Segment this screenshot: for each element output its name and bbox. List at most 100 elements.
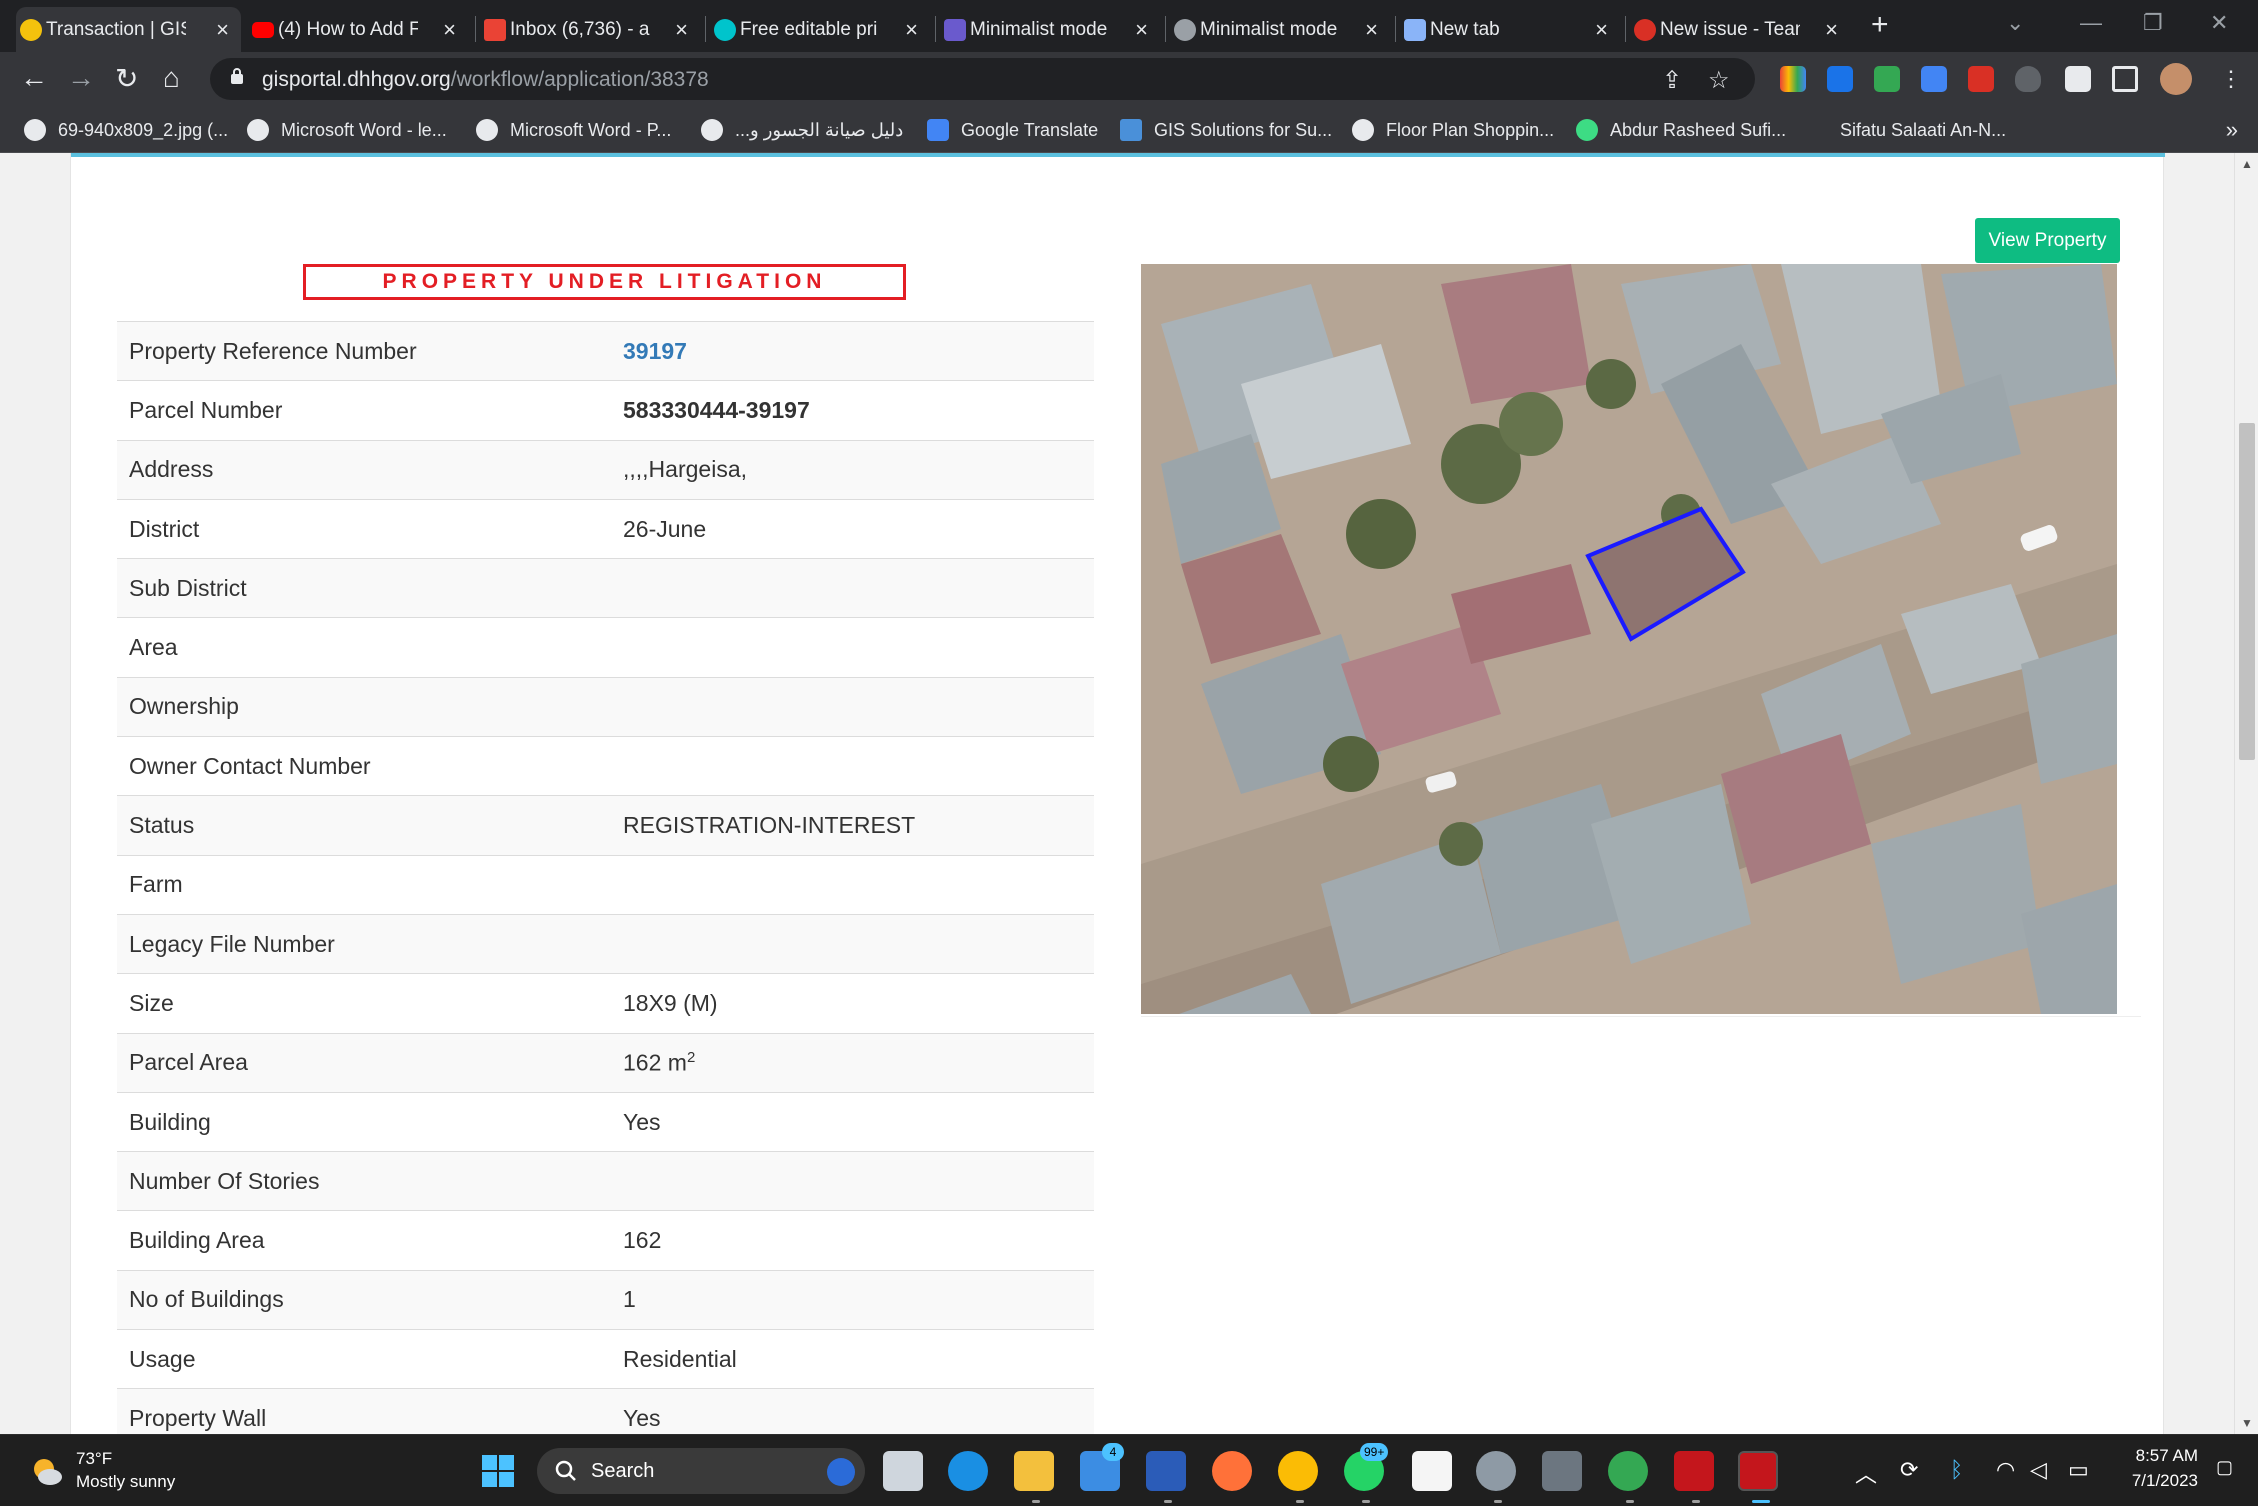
property-card: PROPERTY UNDER LITIGATION Property Refer…	[70, 153, 2165, 1434]
clock-time[interactable]: 8:57 AM	[2126, 1446, 2198, 1466]
weather-temperature[interactable]: 73°F	[76, 1449, 112, 1469]
property-details-table: Property Reference Number 39197 Parcel Num…	[117, 320, 1094, 1434]
wifi-icon[interactable]: ◠	[1996, 1457, 2015, 1483]
chrome-icon[interactable]	[1278, 1451, 1318, 1491]
chrome-menu-icon[interactable]: ⋮	[2220, 66, 2242, 92]
chrome-profile-icon[interactable]	[1608, 1451, 1648, 1491]
google-translate-icon	[927, 119, 949, 141]
aerial-map-image[interactable]	[1141, 264, 2117, 1014]
tab-new-tab[interactable]: New tab ×	[1400, 7, 1620, 52]
tab-minimalist-1[interactable]: Minimalist mode ×	[940, 7, 1160, 52]
property-row: Property Reference Number 39197	[117, 320, 1094, 381]
tab-gmail[interactable]: Inbox (6,736) - al ×	[480, 7, 700, 52]
new-tab-button[interactable]: +	[1871, 8, 1889, 42]
clock-date[interactable]: 7/1/2023	[2112, 1471, 2198, 1491]
bookmark-item[interactable]: دليل صيانة الجسور و...	[701, 115, 903, 145]
volume-icon[interactable]: ◁	[2030, 1457, 2047, 1483]
color-extension-icon[interactable]	[1780, 66, 1806, 92]
sync-icon[interactable]: ⟳	[1900, 1457, 1918, 1483]
notification-icon[interactable]: ▢	[2216, 1457, 2233, 1478]
property-value: Yes	[619, 1091, 1094, 1152]
bookmark-item[interactable]: 69-940x809_2.jpg (...	[24, 115, 228, 145]
partly-sunny-icon[interactable]	[30, 1455, 64, 1489]
weather-condition[interactable]: Mostly sunny	[76, 1472, 175, 1492]
checkmark-extension-icon[interactable]	[1827, 66, 1853, 92]
property-label: Status	[117, 795, 619, 856]
tab-transaction-gis[interactable]: Transaction | GIS ×	[16, 7, 241, 52]
forward-icon[interactable]: →	[67, 62, 95, 94]
file-explorer-icon[interactable]	[1014, 1451, 1054, 1491]
battery-icon[interactable]: ▭	[2068, 1457, 2089, 1483]
word-icon[interactable]	[1146, 1451, 1186, 1491]
tab-title: New tab	[1430, 18, 1500, 40]
close-tab-icon[interactable]: ×	[1825, 17, 1838, 43]
back-icon[interactable]: ←	[20, 62, 48, 94]
snipping-tool-icon[interactable]	[1738, 1451, 1778, 1491]
share-icon[interactable]: ⇪	[1662, 66, 1682, 95]
property-row: Status REGISTRATION-INTEREST	[117, 795, 1094, 856]
scroll-down-arrow-icon[interactable]: ▼	[2241, 1416, 2253, 1430]
bookmark-item[interactable]: Microsoft Word - P...	[476, 115, 671, 145]
edge-icon[interactable]	[948, 1451, 988, 1491]
profile-avatar[interactable]	[2160, 63, 2192, 95]
close-tab-icon[interactable]: ×	[1365, 17, 1378, 43]
bookmark-item[interactable]: Microsoft Word - le...	[247, 115, 447, 145]
globe-icon	[476, 119, 498, 141]
shield-extension-icon[interactable]	[2015, 66, 2041, 92]
home-icon[interactable]: ⌂	[163, 62, 180, 94]
property-label: Number Of Stories	[117, 1151, 619, 1211]
mail-badge: 4	[1102, 1443, 1124, 1461]
close-tab-icon[interactable]: ×	[1595, 17, 1608, 43]
google-drive-icon[interactable]	[1874, 66, 1900, 92]
pdf-extension-icon[interactable]	[1968, 66, 1994, 92]
bookmark-item[interactable]: GIS Solutions for Su...	[1120, 115, 1332, 145]
property-label: Legacy File Number	[117, 913, 619, 974]
close-tab-icon[interactable]: ×	[1135, 17, 1148, 43]
close-tab-icon[interactable]: ×	[216, 17, 229, 43]
view-property-button[interactable]: View Property	[1975, 218, 2120, 263]
taskbar-search[interactable]: Search	[537, 1448, 865, 1494]
scrollbar-thumb[interactable]	[2239, 423, 2255, 760]
settings-gear-icon[interactable]	[1476, 1451, 1516, 1491]
show-hidden-icons-chevron-icon[interactable]: ︿	[1855, 1457, 1877, 1489]
property-value: 162	[619, 1210, 1094, 1271]
calculator-icon[interactable]	[1542, 1451, 1582, 1491]
tab-new-issue[interactable]: New issue - Tean ×	[1630, 7, 1850, 52]
bookmark-item[interactable]: Abdur Rasheed Sufi...	[1576, 115, 1786, 145]
google-translate-icon[interactable]	[1921, 66, 1947, 92]
close-tab-icon[interactable]: ×	[443, 17, 456, 43]
bookmark-item[interactable]: Floor Plan Shoppin...	[1352, 115, 1554, 145]
property-value-text: REGISTRATION-INTEREST	[623, 812, 916, 839]
acrobat-icon[interactable]	[1674, 1451, 1714, 1491]
side-panel-icon[interactable]	[2112, 66, 2138, 92]
tab-title: New issue - Tean	[1660, 18, 1800, 40]
close-tab-icon[interactable]: ×	[905, 17, 918, 43]
reload-icon[interactable]: ↻	[115, 62, 138, 95]
tab-search-chevron-icon[interactable]: ⌄	[2006, 10, 2024, 36]
minimize-icon[interactable]: —	[2080, 10, 2102, 36]
bluetooth-icon[interactable]: ᛒ	[1950, 1457, 1963, 1483]
task-view-icon[interactable]	[883, 1451, 923, 1491]
close-tab-icon[interactable]: ×	[675, 17, 688, 43]
property-value[interactable]: 39197	[619, 320, 1094, 381]
bookmark-item[interactable]: Google Translate	[927, 115, 1098, 145]
tab-canva[interactable]: Free editable pri ×	[710, 7, 930, 52]
page-scrollbar[interactable]: ▲ ▼	[2234, 153, 2258, 1434]
notepad-icon[interactable]	[1412, 1451, 1452, 1491]
property-label: Owner Contact Number	[117, 736, 619, 796]
windows-start-icon[interactable]	[478, 1451, 518, 1491]
tab-youtube[interactable]: (4) How to Add F ×	[248, 7, 468, 52]
extensions-puzzle-icon[interactable]	[2065, 66, 2091, 92]
property-value: 18X9 (M)	[619, 973, 1094, 1034]
bookmarks-overflow-icon[interactable]: »	[2226, 117, 2238, 143]
bookmark-item[interactable]: Sifatu Salaati An-N...	[1840, 115, 2006, 145]
bookmark-star-icon[interactable]: ☆	[1708, 66, 1730, 95]
scroll-up-arrow-icon[interactable]: ▲	[2241, 157, 2253, 171]
firefox-icon[interactable]	[1212, 1451, 1252, 1491]
address-bar[interactable]: gisportal.dhhgov.org/workflow/applicatio…	[210, 58, 1755, 100]
tab-minimalist-2[interactable]: Minimalist mode ×	[1170, 7, 1390, 52]
window-close-icon[interactable]: ✕	[2210, 10, 2228, 36]
restore-icon[interactable]: ❐	[2143, 10, 2163, 36]
page-viewport: PROPERTY UNDER LITIGATION Property Refer…	[0, 153, 2234, 1434]
tab-title: Transaction | GIS	[46, 18, 186, 40]
